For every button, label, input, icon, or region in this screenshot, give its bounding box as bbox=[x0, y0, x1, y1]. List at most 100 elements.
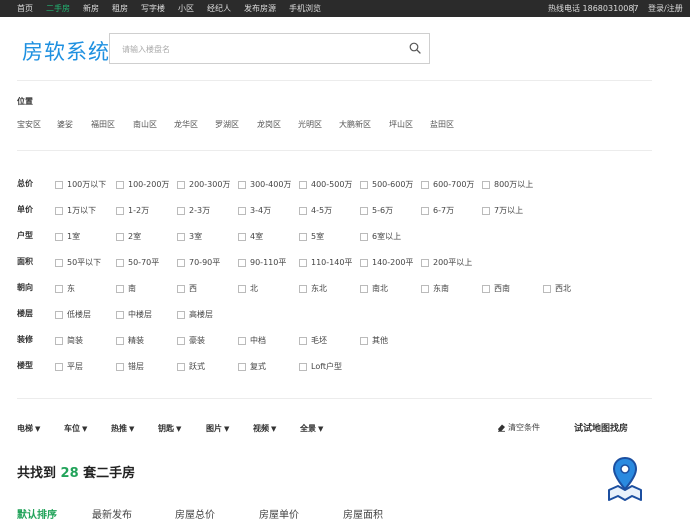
filter-option[interactable]: 70-90平 bbox=[177, 257, 220, 268]
filter-option[interactable]: 500-600万 bbox=[360, 179, 413, 190]
district-pingshan[interactable]: 坪山区 bbox=[389, 119, 413, 130]
checkbox[interactable] bbox=[360, 232, 368, 241]
topnav-agent[interactable]: 经纪人 bbox=[207, 3, 231, 14]
checkbox[interactable] bbox=[299, 362, 307, 371]
filter-option[interactable]: 西南 bbox=[482, 283, 510, 294]
checkbox[interactable] bbox=[299, 284, 307, 293]
filter-option[interactable]: 5-6万 bbox=[360, 205, 393, 216]
filter-option[interactable]: 1万以下 bbox=[55, 205, 96, 216]
checkbox[interactable] bbox=[238, 284, 246, 293]
sort-hot[interactable]: 热推 ▼ bbox=[111, 423, 134, 434]
filter-option[interactable]: 140-200平 bbox=[360, 257, 413, 268]
sort-panorama[interactable]: 全景 ▼ bbox=[300, 423, 323, 434]
clear-filters-button[interactable]: 清空条件 bbox=[497, 422, 540, 433]
checkbox[interactable] bbox=[55, 336, 63, 345]
map-search-link[interactable]: 试试地图找房 bbox=[574, 421, 628, 434]
checkbox[interactable] bbox=[116, 232, 124, 241]
checkbox[interactable] bbox=[299, 180, 307, 189]
filter-option[interactable]: 中楼层 bbox=[116, 309, 152, 320]
topnav-new-house[interactable]: 新房 bbox=[83, 3, 99, 14]
filter-option[interactable]: 50平以下 bbox=[55, 257, 101, 268]
topnav-community[interactable]: 小区 bbox=[178, 3, 194, 14]
checkbox[interactable] bbox=[116, 310, 124, 319]
filter-option[interactable]: 平层 bbox=[55, 361, 83, 372]
checkbox[interactable] bbox=[55, 310, 63, 319]
checkbox[interactable] bbox=[116, 258, 124, 267]
sort-video[interactable]: 视频 ▼ bbox=[253, 423, 276, 434]
checkbox[interactable] bbox=[55, 284, 63, 293]
filter-option[interactable]: 1-2万 bbox=[116, 205, 149, 216]
checkbox[interactable] bbox=[238, 362, 246, 371]
checkbox[interactable] bbox=[360, 336, 368, 345]
checkbox[interactable] bbox=[360, 180, 368, 189]
checkbox[interactable] bbox=[360, 206, 368, 215]
checkbox[interactable] bbox=[421, 258, 429, 267]
filter-option[interactable]: 100-200万 bbox=[116, 179, 169, 190]
checkbox[interactable] bbox=[360, 284, 368, 293]
checkbox[interactable] bbox=[482, 206, 490, 215]
filter-option[interactable]: 跃式 bbox=[177, 361, 205, 372]
filter-option[interactable]: 600-700万 bbox=[421, 179, 474, 190]
filter-option[interactable]: 精装 bbox=[116, 335, 144, 346]
district-baoan[interactable]: 宝安区 bbox=[17, 119, 41, 130]
filter-option[interactable]: 其他 bbox=[360, 335, 388, 346]
checkbox[interactable] bbox=[116, 180, 124, 189]
filter-option[interactable]: 6室以上 bbox=[360, 231, 401, 242]
login-register-link[interactable]: 登录/注册 bbox=[648, 0, 683, 17]
checkbox[interactable] bbox=[116, 284, 124, 293]
district-futian[interactable]: 福田区 bbox=[91, 119, 115, 130]
checkbox[interactable] bbox=[177, 284, 185, 293]
topnav-office[interactable]: 写字楼 bbox=[141, 3, 165, 14]
checkbox[interactable] bbox=[360, 258, 368, 267]
checkbox[interactable] bbox=[238, 206, 246, 215]
topnav-mobile[interactable]: 手机浏览 bbox=[289, 3, 321, 14]
checkbox[interactable] bbox=[177, 362, 185, 371]
checkbox[interactable] bbox=[55, 258, 63, 267]
filter-option[interactable]: 3-4万 bbox=[238, 205, 271, 216]
checkbox[interactable] bbox=[299, 336, 307, 345]
sort-elevator[interactable]: 电梯 ▼ bbox=[17, 423, 40, 434]
filter-option[interactable]: Loft户型 bbox=[299, 361, 342, 372]
tab-area[interactable]: 房屋面积 bbox=[343, 506, 383, 519]
filter-option[interactable]: 毛坯 bbox=[299, 335, 327, 346]
filter-option[interactable]: 东 bbox=[55, 283, 75, 294]
checkbox[interactable] bbox=[421, 284, 429, 293]
sort-parking[interactable]: 车位 ▼ bbox=[64, 423, 87, 434]
district-dapeng[interactable]: 大鹏新区 bbox=[339, 119, 371, 130]
map-location-icon[interactable] bbox=[606, 456, 644, 502]
checkbox[interactable] bbox=[116, 362, 124, 371]
checkbox[interactable] bbox=[238, 180, 246, 189]
checkbox[interactable] bbox=[299, 258, 307, 267]
checkbox[interactable] bbox=[238, 258, 246, 267]
topnav-rent[interactable]: 租房 bbox=[112, 3, 128, 14]
checkbox[interactable] bbox=[55, 232, 63, 241]
district-guangming[interactable]: 光明区 bbox=[298, 119, 322, 130]
filter-option[interactable]: 4室 bbox=[238, 231, 263, 242]
checkbox[interactable] bbox=[177, 336, 185, 345]
checkbox[interactable] bbox=[421, 206, 429, 215]
checkbox[interactable] bbox=[177, 206, 185, 215]
sort-photo[interactable]: 图片 ▼ bbox=[206, 423, 229, 434]
filter-option[interactable]: 简装 bbox=[55, 335, 83, 346]
search-icon[interactable] bbox=[409, 42, 421, 54]
checkbox[interactable] bbox=[421, 180, 429, 189]
topnav-publish[interactable]: 发布房源 bbox=[244, 3, 276, 14]
filter-option[interactable]: 5室 bbox=[299, 231, 324, 242]
filter-option[interactable]: 200-300万 bbox=[177, 179, 230, 190]
filter-option[interactable]: 错层 bbox=[116, 361, 144, 372]
sort-key[interactable]: 钥匙 ▼ bbox=[158, 423, 181, 434]
checkbox[interactable] bbox=[299, 232, 307, 241]
filter-option[interactable]: 2室 bbox=[116, 231, 141, 242]
filter-option[interactable]: 低楼层 bbox=[55, 309, 91, 320]
filter-option[interactable]: 复式 bbox=[238, 361, 266, 372]
filter-option[interactable]: 1室 bbox=[55, 231, 80, 242]
filter-option[interactable]: 3室 bbox=[177, 231, 202, 242]
checkbox[interactable] bbox=[238, 336, 246, 345]
checkbox[interactable] bbox=[116, 336, 124, 345]
checkbox[interactable] bbox=[55, 206, 63, 215]
filter-option[interactable]: 南 bbox=[116, 283, 136, 294]
site-logo[interactable]: 房软系统 bbox=[22, 36, 110, 66]
checkbox[interactable] bbox=[177, 258, 185, 267]
filter-option[interactable]: 7万以上 bbox=[482, 205, 523, 216]
tab-unit-price[interactable]: 房屋单价 bbox=[259, 506, 299, 519]
